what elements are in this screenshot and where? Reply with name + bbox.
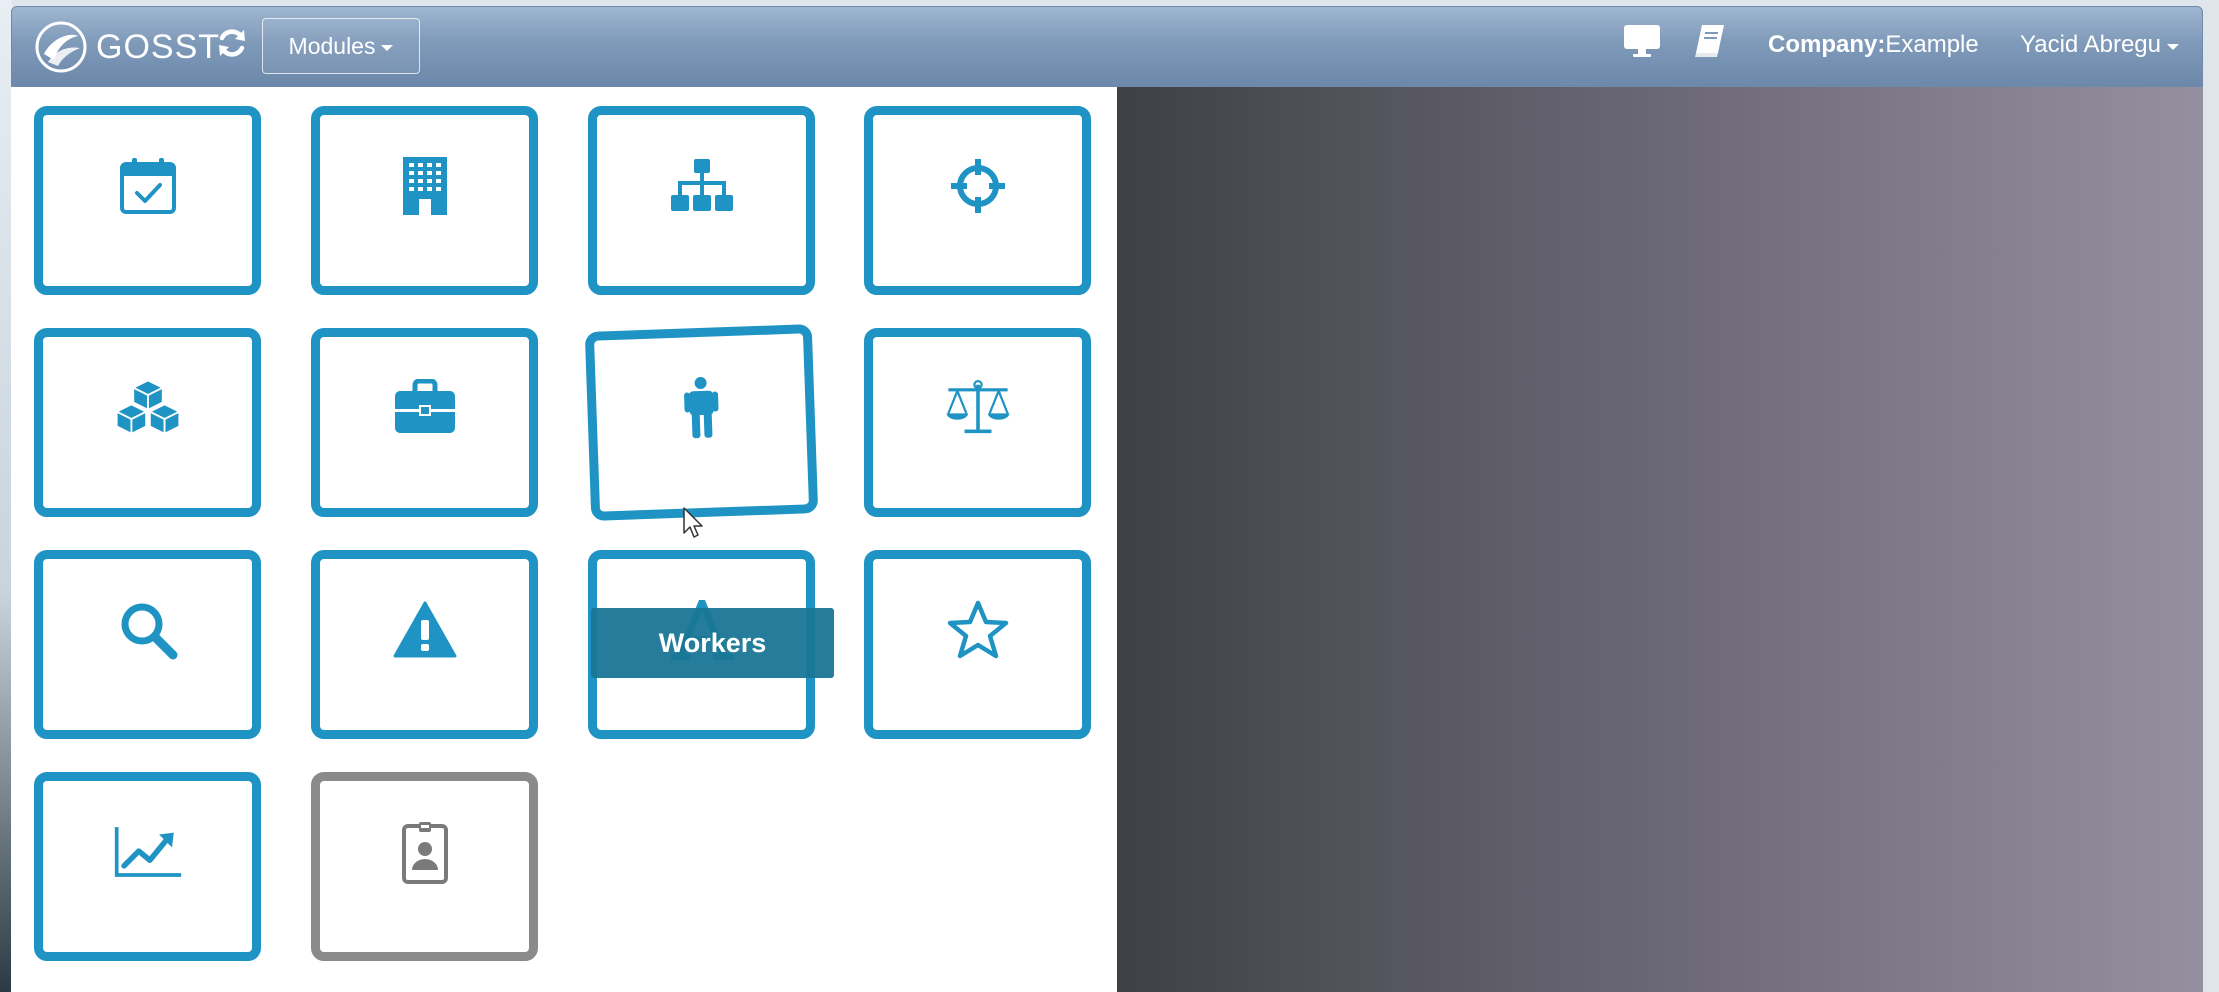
- chevron-down-icon: [381, 45, 394, 51]
- top-navbar: GOSST Modules Company:Example Yacid Abre…: [11, 6, 2203, 87]
- modules-dropdown-button[interactable]: Modules: [262, 18, 420, 74]
- book-icon[interactable]: [1688, 21, 1732, 61]
- module-tile-favorites[interactable]: [864, 550, 1091, 739]
- module-tile-statistics[interactable]: [34, 772, 261, 961]
- briefcase-icon: [390, 373, 460, 443]
- module-tile-target[interactable]: [864, 106, 1091, 295]
- module-tile-organization[interactable]: [588, 106, 815, 295]
- balance-scale-icon: [943, 373, 1013, 443]
- user-menu[interactable]: Yacid Abregu: [2020, 31, 2179, 59]
- user-name: Yacid Abregu: [2020, 31, 2161, 58]
- search-icon: [113, 595, 183, 665]
- module-tile-building[interactable]: [311, 106, 538, 295]
- module-tile-workers[interactable]: [584, 324, 819, 521]
- star-icon: [943, 595, 1013, 665]
- module-tile-incidents[interactable]: [311, 550, 538, 739]
- calendar-check-icon: [113, 151, 183, 221]
- company-indicator: Company:Example: [1768, 31, 1979, 59]
- modules-panel: Workers: [11, 87, 1117, 992]
- brand[interactable]: GOSST: [34, 17, 220, 77]
- module-tile-inventory[interactable]: [34, 328, 261, 517]
- cubes-icon: [113, 373, 183, 443]
- module-tile-jobs[interactable]: [311, 328, 538, 517]
- line-chart-icon: [113, 817, 183, 887]
- brand-name: GOSST: [96, 27, 221, 66]
- module-tile-search[interactable]: [34, 550, 261, 739]
- company-label: Company:: [1768, 31, 1886, 58]
- workers-tooltip: Workers: [591, 608, 834, 678]
- id-badge-icon: [390, 817, 460, 887]
- module-tile-id-badge[interactable]: [311, 772, 538, 961]
- mouse-cursor-icon: [683, 507, 705, 541]
- company-value: Example: [1885, 31, 1979, 58]
- desktop-icon[interactable]: [1620, 21, 1664, 61]
- crosshairs-icon: [943, 151, 1013, 221]
- gosst-logo-icon: [34, 20, 88, 74]
- refresh-icon[interactable]: [212, 23, 252, 63]
- module-tile-legal[interactable]: [864, 328, 1091, 517]
- main-content-area: [1117, 87, 2203, 992]
- male-person-icon: [665, 372, 737, 444]
- modules-label: Modules: [288, 32, 376, 59]
- building-icon: [390, 151, 460, 221]
- warning-icon: [390, 595, 460, 665]
- chevron-down-icon: [2167, 44, 2179, 50]
- module-tile-calendar[interactable]: [34, 106, 261, 295]
- org-chart-icon: [667, 151, 737, 221]
